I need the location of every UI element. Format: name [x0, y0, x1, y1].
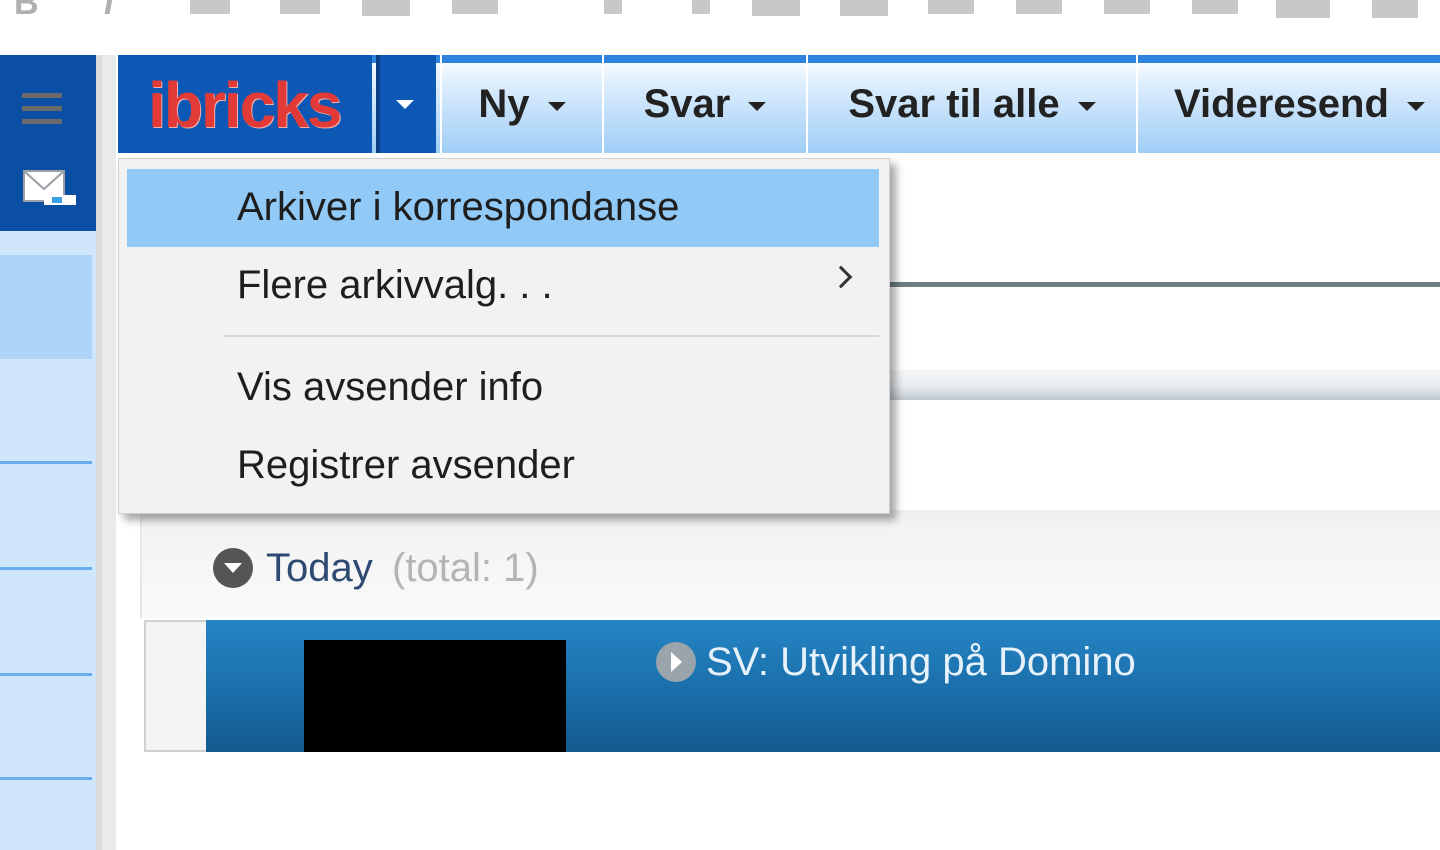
menu-item-label: Vis avsender info — [237, 365, 544, 409]
group-count: (total: 1) — [392, 546, 539, 590]
menu-item-label: Registrer avsender — [237, 443, 575, 487]
menu-item-register-sender[interactable]: Registrer avsender — [127, 427, 879, 505]
align-left-icon[interactable] — [604, 0, 622, 14]
align-right-icon[interactable] — [928, 0, 974, 14]
font-size-icon[interactable] — [1372, 0, 1418, 18]
justify-icon[interactable] — [1016, 0, 1062, 14]
menu-item-show-sender-info[interactable]: Vis avsender info — [127, 349, 879, 427]
strikethrough-icon[interactable] — [280, 0, 320, 14]
outdent-icon[interactable] — [1104, 0, 1150, 14]
reply-button-label: Svar — [643, 81, 731, 126]
line-spacing-icon[interactable] — [1276, 0, 1330, 18]
numbered-list-icon[interactable] — [840, 0, 888, 16]
menu-item-more-archive-options[interactable]: Flere arkivvalg. . . — [127, 247, 879, 325]
expand-conversation-icon[interactable] — [656, 642, 696, 682]
nav-divider — [0, 461, 92, 464]
reply-all-button-label: Svar til alle — [848, 81, 1060, 126]
mail-icon[interactable] — [22, 167, 78, 211]
indent-icon[interactable] — [362, 0, 410, 16]
chevron-down-icon — [547, 101, 566, 111]
new-button[interactable]: Ny — [440, 55, 602, 153]
bold-icon[interactable]: B — [14, 0, 39, 20]
italic-icon[interactable]: I — [104, 0, 113, 20]
group-title: Today — [266, 546, 373, 590]
redacted-sender — [304, 640, 566, 752]
underline-icon[interactable] — [190, 0, 230, 14]
decrease-indent-icon[interactable] — [1192, 0, 1238, 14]
bullet-list-icon[interactable] — [752, 0, 800, 16]
nav-divider — [0, 777, 92, 780]
menu-item-label: Flere arkivvalg. . . — [237, 263, 553, 307]
new-button-label: Ny — [478, 81, 530, 126]
reply-button[interactable]: Svar — [602, 55, 806, 153]
nav-divider — [0, 673, 92, 676]
chevron-down-icon — [396, 100, 414, 109]
nav-divider — [0, 567, 92, 570]
forward-button-label: Videresend — [1174, 81, 1389, 126]
mail-subject: SV: Utvikling på Domino — [706, 640, 1136, 684]
collapse-group-icon[interactable] — [213, 548, 253, 588]
chevron-right-icon — [829, 265, 853, 289]
hamburger-menu-icon[interactable] — [22, 93, 62, 129]
ibricks-context-menu: Arkiver i korrespondanse Flere arkivvalg… — [118, 158, 890, 514]
reply-all-button[interactable]: Svar til alle — [806, 55, 1136, 153]
highlight-icon[interactable] — [452, 0, 498, 14]
left-nav-rail — [0, 55, 96, 850]
ibricks-menu-dropdown[interactable] — [376, 55, 436, 153]
menu-item-archive-correspondence[interactable]: Arkiver i korrespondanse — [127, 169, 879, 247]
menu-separator — [223, 335, 879, 337]
align-center-icon[interactable] — [692, 0, 710, 14]
left-rail-header — [0, 55, 96, 231]
formatting-toolbar: B I — [0, 0, 1440, 30]
ibricks-logo: ibricks — [148, 69, 342, 141]
menu-item-label: Arkiver i korrespondanse — [237, 185, 680, 229]
reading-pane-divider — [888, 282, 1440, 287]
chevron-down-icon — [1406, 101, 1425, 111]
pane-splitter[interactable] — [96, 55, 116, 850]
list-column-header — [888, 370, 1440, 400]
chevron-down-icon — [1077, 101, 1096, 111]
forward-button[interactable]: Videresend — [1136, 55, 1440, 153]
chevron-down-icon — [748, 101, 767, 111]
nav-item-selected[interactable] — [0, 255, 92, 359]
